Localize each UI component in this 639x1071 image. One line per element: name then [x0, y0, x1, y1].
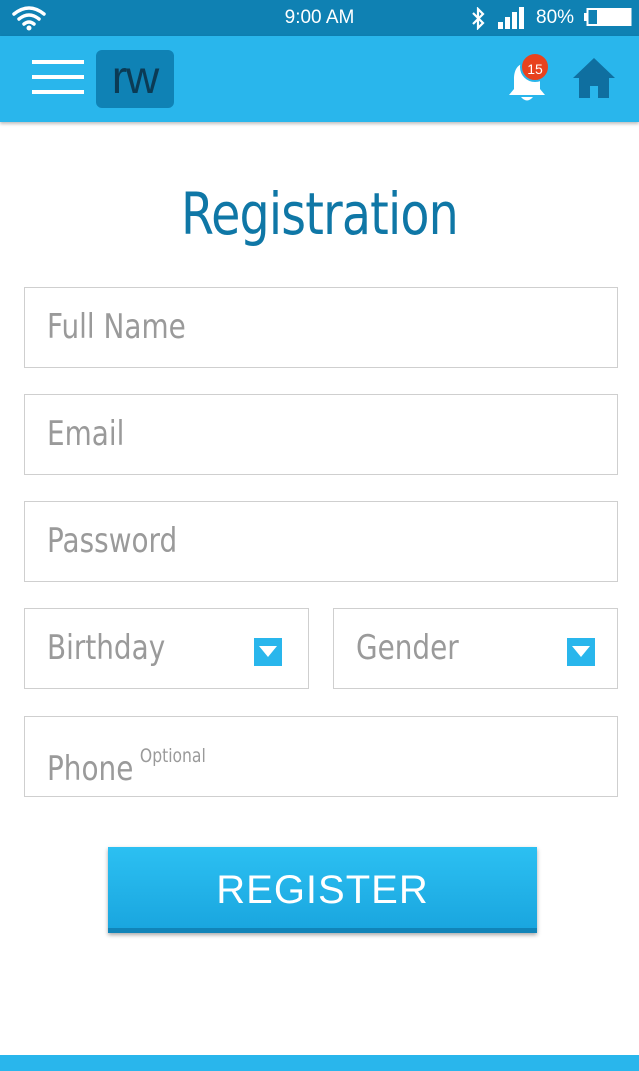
- phone-field[interactable]: Phone Optional: [24, 716, 618, 797]
- home-icon[interactable]: [571, 56, 617, 100]
- birthday-label: Birthday: [47, 628, 166, 668]
- full-name-field[interactable]: Full Name: [24, 287, 618, 368]
- bluetooth-icon: [472, 7, 485, 30]
- full-name-placeholder: Full Name: [47, 307, 186, 347]
- chevron-down-icon[interactable]: [567, 638, 595, 666]
- birthday-select[interactable]: Birthday: [24, 608, 309, 689]
- battery-percent: 80%: [536, 7, 575, 28]
- password-field[interactable]: Password: [24, 501, 618, 582]
- register-button[interactable]: REGISTER: [108, 847, 537, 933]
- optional-hint: Optional: [139, 745, 206, 767]
- app-bar: rw 15: [0, 36, 639, 122]
- email-field[interactable]: Email: [24, 394, 618, 475]
- password-placeholder: Password: [47, 521, 178, 561]
- gender-select[interactable]: Gender: [333, 608, 618, 689]
- phone-placeholder: Phone Optional: [47, 717, 206, 809]
- notification-badge: 15: [520, 52, 550, 82]
- chevron-down-icon[interactable]: [254, 638, 282, 666]
- notifications-button[interactable]: 15: [506, 52, 550, 104]
- battery-icon: [584, 8, 632, 26]
- phone-label: Phone: [47, 749, 134, 789]
- gender-label: Gender: [356, 628, 459, 668]
- signal-icon: [498, 7, 524, 29]
- email-placeholder: Email: [47, 414, 125, 454]
- bottom-bar: [0, 1055, 639, 1071]
- menu-icon[interactable]: [32, 60, 84, 94]
- app-logo[interactable]: rw: [96, 50, 174, 108]
- page-title: Registration: [181, 180, 459, 248]
- status-bar: 9:00 AM 80%: [0, 0, 639, 36]
